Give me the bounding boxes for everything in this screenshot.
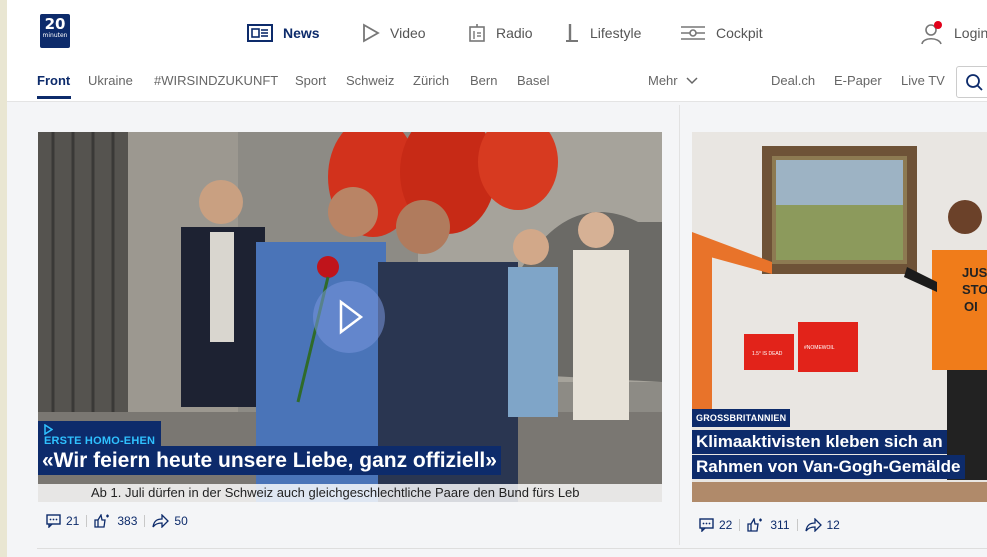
subnav-front[interactable]: Front <box>37 73 70 88</box>
nav-radio-label: Radio <box>496 25 533 41</box>
article-stats-main: 21 383 50 <box>46 514 188 528</box>
article-headline[interactable]: «Wir feiern heute unsere Liebe, ganz off… <box>38 446 501 475</box>
article-card-secondary[interactable]: JUST STO OI 1.5° IS DEAD #NOMEWOIL GROSS… <box>692 132 987 502</box>
link-epaper[interactable]: E-Paper <box>834 73 882 88</box>
nav-news-label: News <box>283 25 320 41</box>
share-icon <box>152 514 170 528</box>
site-logo[interactable]: 20 minuten <box>40 14 70 48</box>
subnav-basel[interactable]: Basel <box>517 73 550 88</box>
news-icon <box>247 24 273 42</box>
shares-value: 50 <box>174 514 188 528</box>
article-teaser: Ab 1. Juli dürfen in der Schweiz auch gl… <box>38 484 662 502</box>
subnav-bern[interactable]: Bern <box>470 73 497 88</box>
sign-2-text: #NOMEWOIL <box>804 345 835 351</box>
more-menu-button[interactable]: Mehr <box>648 73 698 88</box>
section-navigation: Front Ukraine #WIRSINDZUKUNFT Sport Schw… <box>7 62 987 102</box>
share-icon <box>804 518 822 532</box>
logo-word: minuten <box>42 32 68 39</box>
comment-icon <box>699 518 714 532</box>
likes-count-2[interactable]: 311 <box>747 518 790 532</box>
logo-number: 20 <box>44 15 66 33</box>
shares-value-2: 12 <box>826 518 840 532</box>
comments-count[interactable]: 21 <box>46 514 79 528</box>
top-navigation: 20 minuten News Video Radio Lifestyle Co… <box>7 0 987 62</box>
lifestyle-icon <box>564 23 580 43</box>
article-headline-2-line1[interactable]: Klimaaktivisten kleben sich an <box>692 430 947 454</box>
active-tab-indicator <box>37 96 71 99</box>
link-livetv[interactable]: Live TV <box>901 73 945 88</box>
login-label: Login <box>954 25 987 41</box>
nav-lifestyle-label: Lifestyle <box>590 25 642 41</box>
link-deal[interactable]: Deal.ch <box>771 73 815 88</box>
article-card-main[interactable]: ERSTE HOMO-EHEN «Wir feiern heute unsere… <box>38 132 662 502</box>
comment-icon <box>46 514 61 528</box>
subnav-sport[interactable]: Sport <box>295 73 326 88</box>
play-icon <box>362 23 380 43</box>
shares-count[interactable]: 50 <box>152 514 188 528</box>
user-icon <box>920 21 944 45</box>
nav-video[interactable]: Video <box>362 18 426 48</box>
radio-icon <box>468 23 486 43</box>
nav-cockpit-label: Cockpit <box>716 25 763 41</box>
comments-value: 21 <box>66 514 80 528</box>
nav-video-label: Video <box>390 25 426 41</box>
chevron-down-icon <box>686 77 698 85</box>
comments-value-2: 22 <box>719 518 733 532</box>
protest-banner-text: JUST <box>962 265 987 280</box>
subnav-schweiz[interactable]: Schweiz <box>346 73 394 88</box>
search-icon <box>966 74 983 91</box>
article-headline-2-line2[interactable]: Rahmen von Van-Gogh-Gemälde <box>692 455 965 479</box>
more-label: Mehr <box>648 73 678 88</box>
subnav-zuerich[interactable]: Zürich <box>413 73 449 88</box>
search-button[interactable] <box>956 66 987 98</box>
subnav-ukraine[interactable]: Ukraine <box>88 73 133 88</box>
comments-count-2[interactable]: 22 <box>699 518 732 532</box>
column-divider <box>679 105 680 545</box>
login-button[interactable]: Login <box>920 18 987 48</box>
thumbs-icon <box>94 514 110 528</box>
cockpit-icon <box>680 24 706 42</box>
article-kicker-2: GROSSBRITANNIEN <box>692 409 791 427</box>
likes-value-2: 311 <box>770 518 790 532</box>
page: 20 minuten News Video Radio Lifestyle Co… <box>7 0 987 557</box>
likes-value: 383 <box>117 514 138 528</box>
shares-count-2[interactable]: 12 <box>804 518 840 532</box>
sign-1-text: 1.5° IS DEAD <box>752 351 783 357</box>
nav-radio[interactable]: Radio <box>468 18 533 48</box>
video-play-icon <box>44 424 53 435</box>
svg-text:OI: OI <box>964 299 978 314</box>
subnav-wirsindzukunft[interactable]: #WIRSINDZUKUNFT <box>154 73 278 88</box>
notification-dot <box>934 21 942 29</box>
svg-text:STO: STO <box>962 282 987 297</box>
nav-cockpit[interactable]: Cockpit <box>680 18 763 48</box>
nav-lifestyle[interactable]: Lifestyle <box>564 18 641 48</box>
article-stats-secondary: 22 311 12 <box>699 518 840 532</box>
nav-news[interactable]: News <box>247 18 320 48</box>
likes-count[interactable]: 383 <box>94 514 137 528</box>
section-divider <box>37 548 987 549</box>
thumbs-icon <box>747 518 763 532</box>
